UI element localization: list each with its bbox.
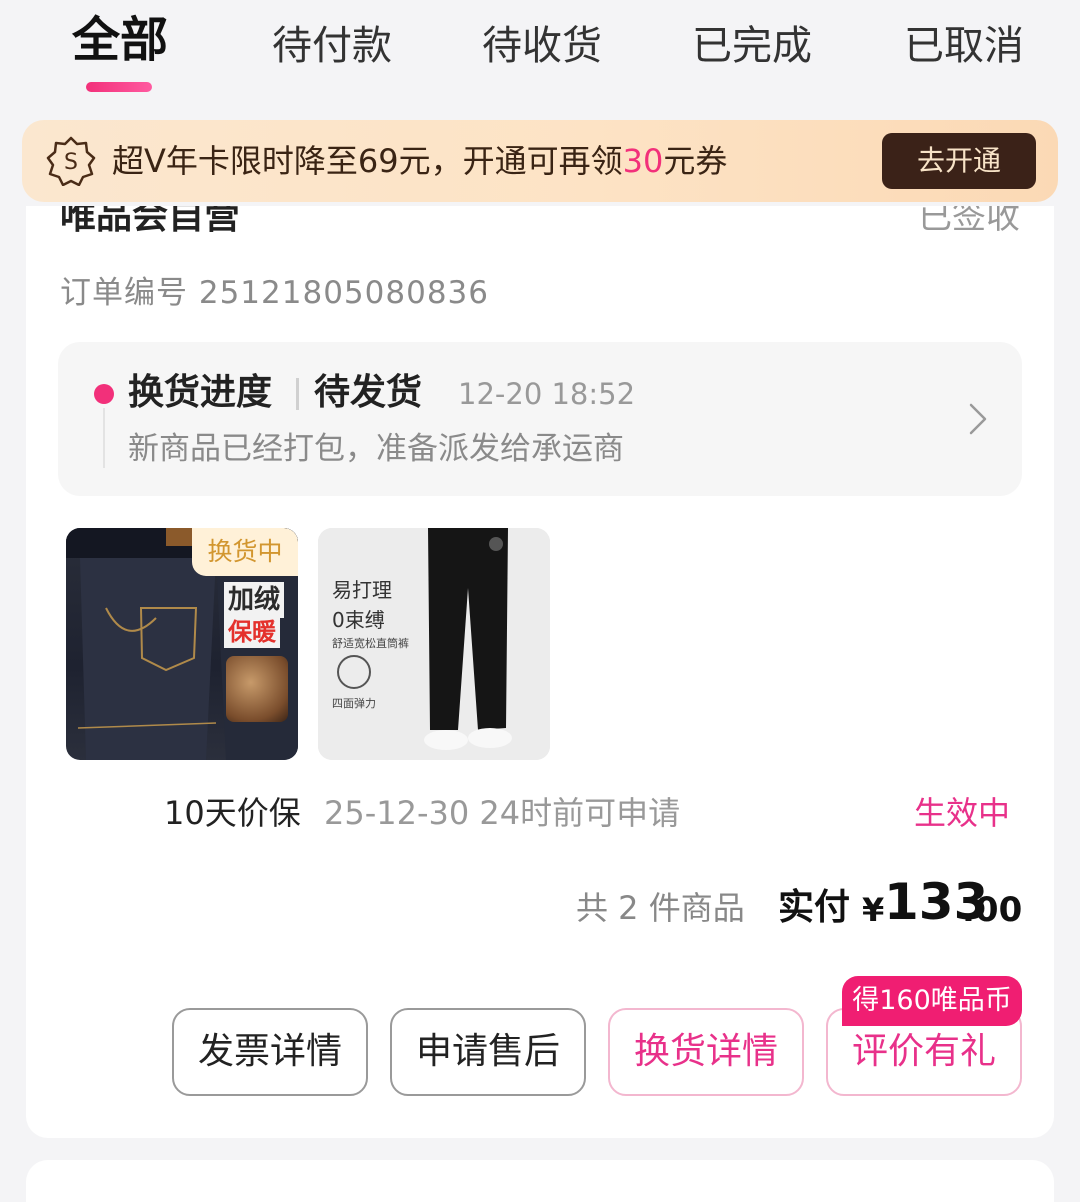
tab-all[interactable]: 全部	[72, 12, 168, 68]
price-protection-status[interactable]: 生效中	[914, 790, 1010, 836]
svg-text:S: S	[64, 150, 78, 175]
tab-cancelled[interactable]: 已取消	[904, 18, 1024, 74]
progress-description: 新商品已经打包，准备派发给承运商	[128, 431, 624, 467]
svip-promo-banner[interactable]: S 超V年卡限时降至69元，开通可再领30元券 去开通	[22, 120, 1058, 202]
order-number: 订单编号 25121805080836	[60, 270, 489, 316]
progress-divider	[296, 378, 299, 410]
item-count: 共 2 件商品	[576, 889, 745, 927]
order-card[interactable]: 唯品会自营 已签收 订单编号 25121805080836 换货进度 待发货 1…	[26, 206, 1054, 1138]
tab-completed[interactable]: 已完成	[692, 18, 812, 74]
coin-reward-badge: 得160唯品币	[842, 976, 1022, 1026]
product-thumbnail-jeans[interactable]: 换货中 加绒 保暖	[66, 528, 298, 760]
tab-pending-receipt[interactable]: 待收货	[482, 18, 602, 74]
order-number-label: 订单编号	[60, 275, 188, 311]
price-protection-label: 10天价保	[164, 794, 301, 832]
product-feature-no-restraint: 0束缚	[332, 608, 385, 632]
progress-state: 待发货	[314, 372, 423, 413]
promo-text-main: 超V年卡限时降至69元，开通可再领	[112, 142, 623, 180]
progress-title: 换货进度	[128, 372, 273, 413]
after-sale-button[interactable]: 申请售后	[390, 1008, 586, 1096]
active-tab-indicator	[86, 82, 152, 92]
order-list-page: 全部 待付款 待收货 已完成 已取消 S 超V年卡限时降至69元，开通可再领30…	[0, 0, 1080, 1202]
store-name[interactable]: 唯品会自营	[60, 206, 240, 246]
activate-button[interactable]: 去开通	[882, 133, 1036, 189]
order-status: 已签收	[918, 206, 1020, 237]
product-tag-fleece: 加绒	[224, 582, 285, 618]
exchange-details-button[interactable]: 换货详情	[608, 1008, 804, 1096]
progress-line	[103, 408, 105, 468]
progress-dot	[94, 384, 114, 404]
product-tag-warm: 保暖	[224, 616, 280, 648]
order-number-value: 25121805080836	[198, 275, 489, 311]
progress-time: 12-20 18:52	[458, 377, 636, 411]
exchange-progress-panel[interactable]: 换货进度 待发货 12-20 18:52 新商品已经打包，准备派发给承运商	[58, 342, 1022, 496]
paid-label: 实付	[778, 887, 851, 928]
promo-text: 超V年卡限时降至69元，开通可再领30元券	[112, 134, 727, 188]
product-feature-loose-fit: 舒适宽松直筒裤	[332, 637, 409, 650]
currency-symbol: ¥	[862, 891, 885, 929]
promo-highlight-amount: 30	[622, 142, 664, 180]
product-feature-easy-care: 易打理	[332, 578, 392, 602]
price-protection-date: 25-12-30 24时前可申请	[324, 794, 681, 832]
product-thumbnail-trousers[interactable]: 易打理 0束缚 舒适宽松直筒裤 四面弹力	[318, 528, 550, 760]
product-feature-stretch: 四面弹力	[332, 697, 376, 710]
fleece-swatch	[226, 656, 288, 722]
tab-pending-payment[interactable]: 待付款	[272, 18, 392, 74]
promo-text-suffix: 元券	[663, 142, 728, 180]
exchanging-badge: 换货中	[192, 528, 298, 576]
paid-amount-decimal: .00	[962, 890, 1023, 930]
next-order-card[interactable]	[26, 1160, 1054, 1202]
invoice-details-button[interactable]: 发票详情	[172, 1008, 368, 1096]
svip-coin-icon: S	[46, 136, 96, 186]
order-tabs: 全部 待付款 待收货 已完成 已取消	[0, 0, 1080, 110]
chevron-right-icon	[969, 403, 987, 435]
